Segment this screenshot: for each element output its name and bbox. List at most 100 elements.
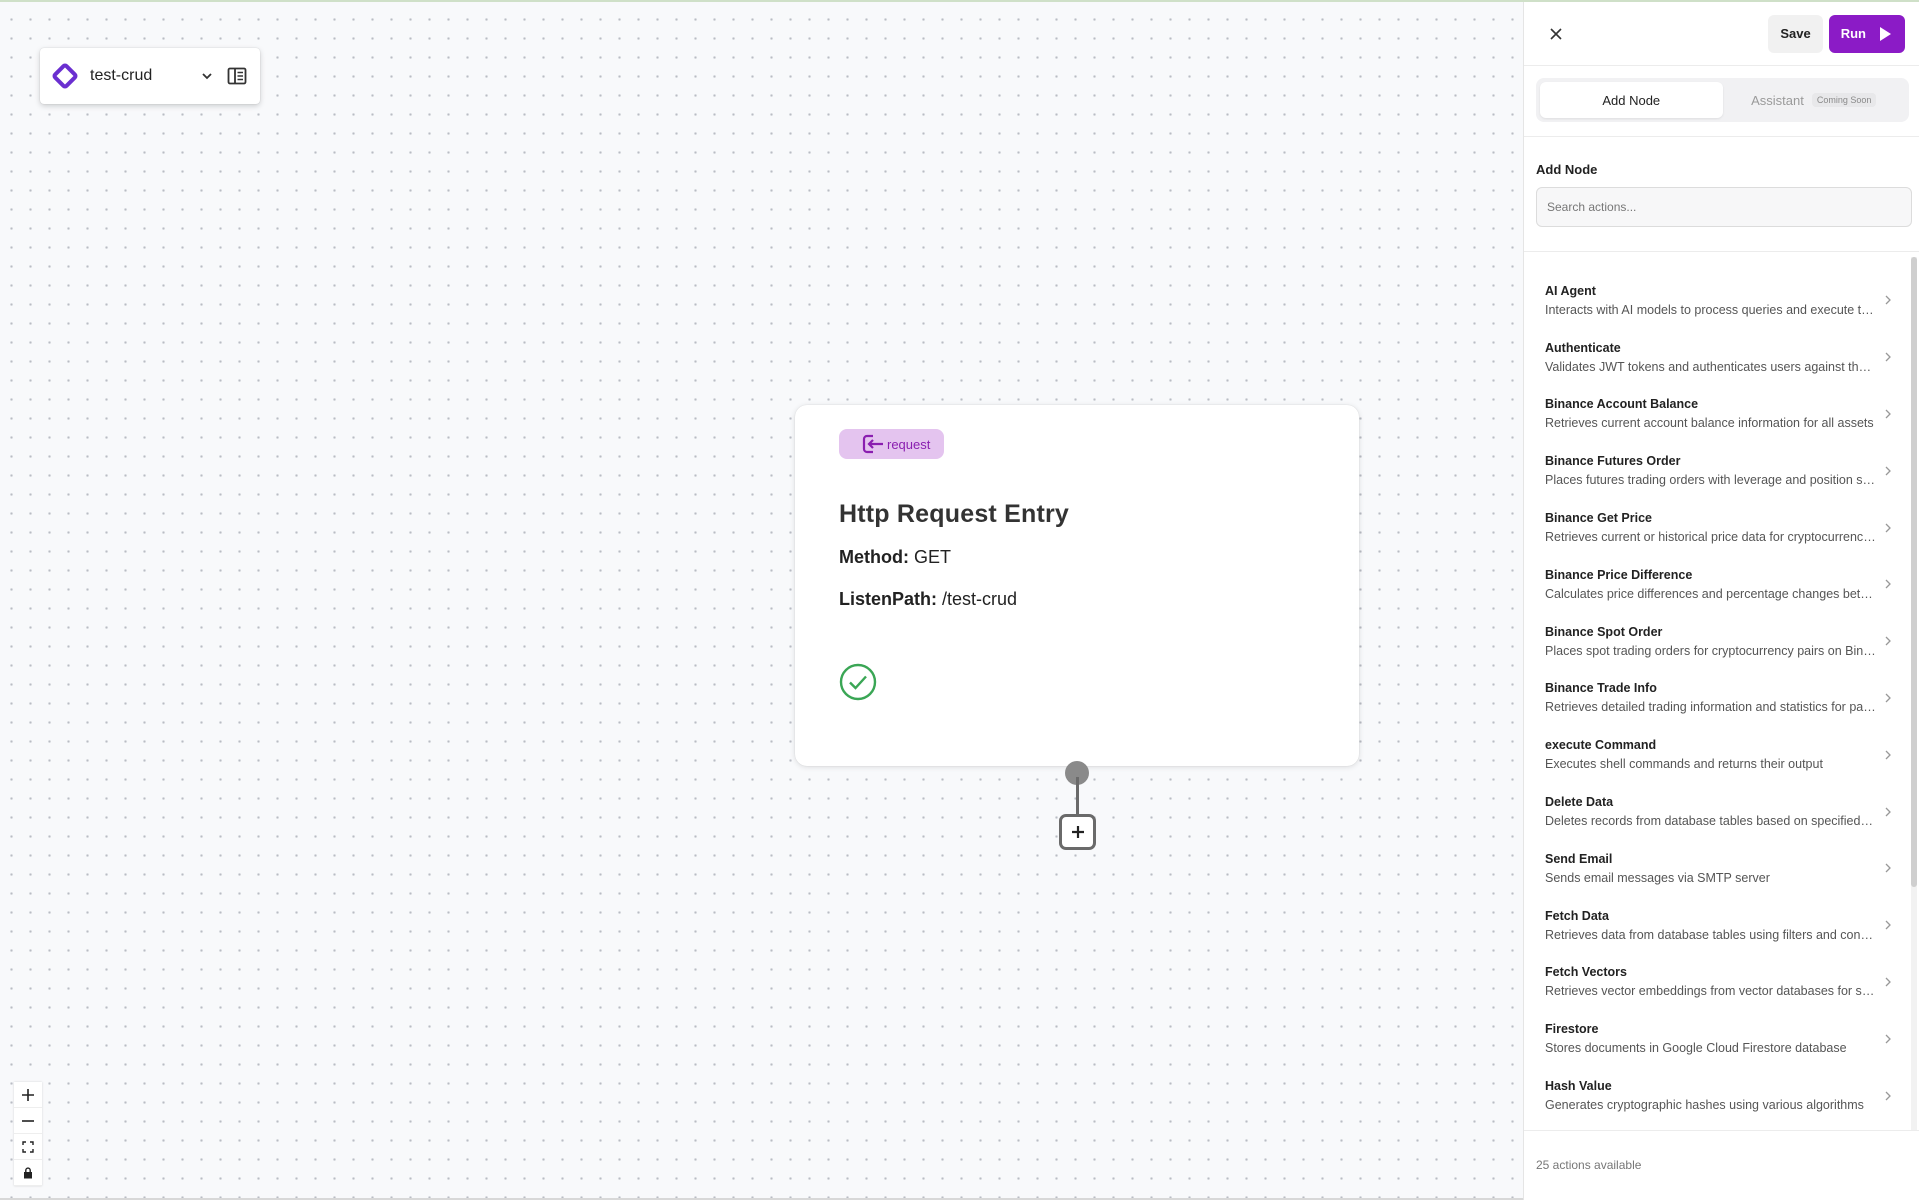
action-name: Send Email: [1545, 851, 1613, 866]
request-badge: request: [839, 429, 945, 459]
chevron-right-icon: [1876, 636, 1892, 646]
action-item[interactable]: Firestore Stores documents in Google Clou…: [1524, 1010, 1908, 1067]
action-item[interactable]: Authenticate Validates JWT tokens and aut…: [1524, 329, 1908, 386]
add-node-plus-button[interactable]: [1059, 814, 1096, 850]
action-text: Binance Get Price Retrieves current or hi…: [1545, 511, 1876, 544]
tab-add-node[interactable]: Add Node: [1540, 82, 1723, 118]
listen-path-row: ListenPath: /test-crud: [839, 589, 1315, 610]
action-description: Stores documents in Google Cloud Firesto…: [1545, 1041, 1847, 1056]
diamond-logo-icon: [50, 61, 80, 91]
action-item[interactable]: Fetch Vectors Retrieves vector embeddings…: [1524, 954, 1908, 1011]
workflow-name[interactable]: test-crud: [90, 67, 196, 85]
action-name: Firestore: [1545, 1022, 1599, 1037]
chevron-right-icon: [1876, 352, 1892, 362]
actions-list: AI Agent Interacts with AI models to proc…: [1524, 257, 1908, 1130]
action-item[interactable]: Fetch Data Retrieves data from database t…: [1524, 897, 1908, 954]
action-text: Binance Trade Info Retrieves detailed tra…: [1545, 681, 1876, 714]
action-description: Sends email messages via SMTP server: [1545, 870, 1770, 885]
chevron-right-icon: [1876, 579, 1892, 589]
action-description: Retrieves current account balance inform…: [1545, 416, 1874, 431]
action-description: Retrieves current or historical price da…: [1545, 530, 1876, 545]
save-button[interactable]: Save: [1768, 14, 1823, 53]
action-name: Authenticate: [1545, 340, 1621, 355]
badge-label: request: [887, 436, 931, 452]
run-button[interactable]: Run: [1828, 14, 1905, 53]
chevron-right-icon: [1876, 863, 1892, 873]
action-description: Calculates price differences and percent…: [1545, 586, 1876, 601]
action-item[interactable]: Binance Price Difference Calculates price…: [1524, 556, 1908, 613]
divider: [1524, 251, 1919, 252]
action-text: Authenticate Validates JWT tokens and aut…: [1545, 341, 1876, 374]
chevron-right-icon: [1876, 750, 1892, 760]
action-text: Binance Price Difference Calculates price…: [1545, 568, 1876, 601]
close-icon[interactable]: [1544, 22, 1568, 46]
action-description: Retrieves data from database tables usin…: [1545, 927, 1876, 942]
check-circle-icon: [839, 663, 877, 701]
chevron-right-icon: [1876, 920, 1892, 930]
action-name: Binance Account Balance: [1545, 397, 1699, 412]
action-item[interactable]: Binance Trade Info Retrieves detailed tra…: [1524, 670, 1908, 727]
fit-view-button[interactable]: [14, 1134, 42, 1160]
action-item[interactable]: Delete Data Deletes records from database…: [1524, 783, 1908, 840]
lock-icon: [24, 1166, 32, 1178]
plus-icon: [1071, 826, 1084, 838]
action-name: Binance Price Difference: [1545, 567, 1693, 582]
workflow-selector: test-crud: [40, 48, 260, 104]
action-item[interactable]: execute Command Executes shell commands a…: [1524, 726, 1908, 783]
chevron-right-icon: [1876, 1034, 1892, 1044]
action-item[interactable]: Binance Account Balance Retrieves current…: [1524, 386, 1908, 443]
add-node-heading: Add Node: [1536, 162, 1598, 177]
action-item[interactable]: Binance Futures Order Places futures trad…: [1524, 442, 1908, 499]
action-text: Send Email Sends email messages via SMTP …: [1545, 852, 1876, 885]
action-text: Binance Futures Order Places futures trad…: [1545, 454, 1876, 487]
sidebar-toggle-icon[interactable]: [224, 63, 250, 89]
panel-tabs: Add Node Assistant Coming Soon: [1536, 78, 1909, 122]
action-description: Validates JWT tokens and authenticates u…: [1545, 359, 1876, 374]
tab-assistant[interactable]: Assistant Coming Soon: [1723, 82, 1906, 118]
lock-button[interactable]: [14, 1160, 42, 1186]
action-text: execute Command Executes shell commands a…: [1545, 738, 1876, 771]
zoom-out-button[interactable]: [14, 1108, 42, 1134]
zoom-in-button[interactable]: [14, 1082, 42, 1108]
chevron-right-icon: [1876, 409, 1892, 419]
method-label: Method:: [839, 547, 909, 567]
action-description: Deletes records from database tables bas…: [1545, 814, 1876, 829]
action-description: Interacts with AI models to process quer…: [1545, 302, 1876, 317]
workflow-canvas[interactable]: test-crud request Http Request Entry Met…: [0, 2, 1523, 1200]
panel-header: Save Run: [1524, 2, 1919, 66]
action-description: Retrieves vector embeddings from vector …: [1545, 984, 1876, 999]
listen-path-value: /test-crud: [942, 589, 1018, 609]
action-name: Binance Trade Info: [1545, 681, 1657, 696]
action-item[interactable]: Binance Spot Order Places spot trading or…: [1524, 613, 1908, 670]
action-item[interactable]: Binance Get Price Retrieves current or hi…: [1524, 499, 1908, 556]
tab-assistant-label: Assistant: [1751, 92, 1804, 108]
scrollbar[interactable]: [1911, 257, 1917, 1130]
chevron-right-icon: [1876, 295, 1892, 305]
chevron-down-icon[interactable]: [196, 65, 218, 87]
action-text: Firestore Stores documents in Google Clou…: [1545, 1022, 1876, 1055]
action-text: Binance Account Balance Retrieves current…: [1545, 397, 1876, 430]
action-text: Hash Value Generates cryptographic hashes…: [1545, 1079, 1876, 1112]
action-description: Places futures trading orders with lever…: [1545, 473, 1876, 488]
login-arrow-icon: [859, 433, 885, 455]
action-item[interactable]: Send Email Sends email messages via SMTP …: [1524, 840, 1908, 897]
scrollbar-thumb[interactable]: [1911, 257, 1917, 887]
chevron-right-icon: [1876, 807, 1892, 817]
search-actions-input[interactable]: [1536, 187, 1912, 227]
action-name: Delete Data: [1545, 795, 1614, 810]
chevron-right-icon: [1876, 693, 1892, 703]
action-name: Binance Futures Order: [1545, 454, 1681, 469]
right-panel: Save Run Add Node Assistant Coming Soon …: [1523, 2, 1919, 1200]
action-name: Fetch Vectors: [1545, 965, 1627, 980]
action-text: AI Agent Interacts with AI models to proc…: [1545, 284, 1876, 317]
action-text: Binance Spot Order Places spot trading or…: [1545, 625, 1876, 658]
run-label: Run: [1840, 26, 1866, 41]
action-item[interactable]: AI Agent Interacts with AI models to proc…: [1524, 272, 1908, 329]
http-request-node[interactable]: request Http Request Entry Method: GET L…: [795, 405, 1359, 766]
play-icon: [1880, 26, 1891, 41]
actions-count: 25 actions available: [1524, 1130, 1919, 1200]
chevron-right-icon: [1876, 466, 1892, 476]
action-item[interactable]: Hash Value Generates cryptographic hashes…: [1524, 1067, 1908, 1124]
action-name: Binance Spot Order: [1545, 624, 1663, 639]
action-name: Hash Value: [1545, 1079, 1612, 1094]
